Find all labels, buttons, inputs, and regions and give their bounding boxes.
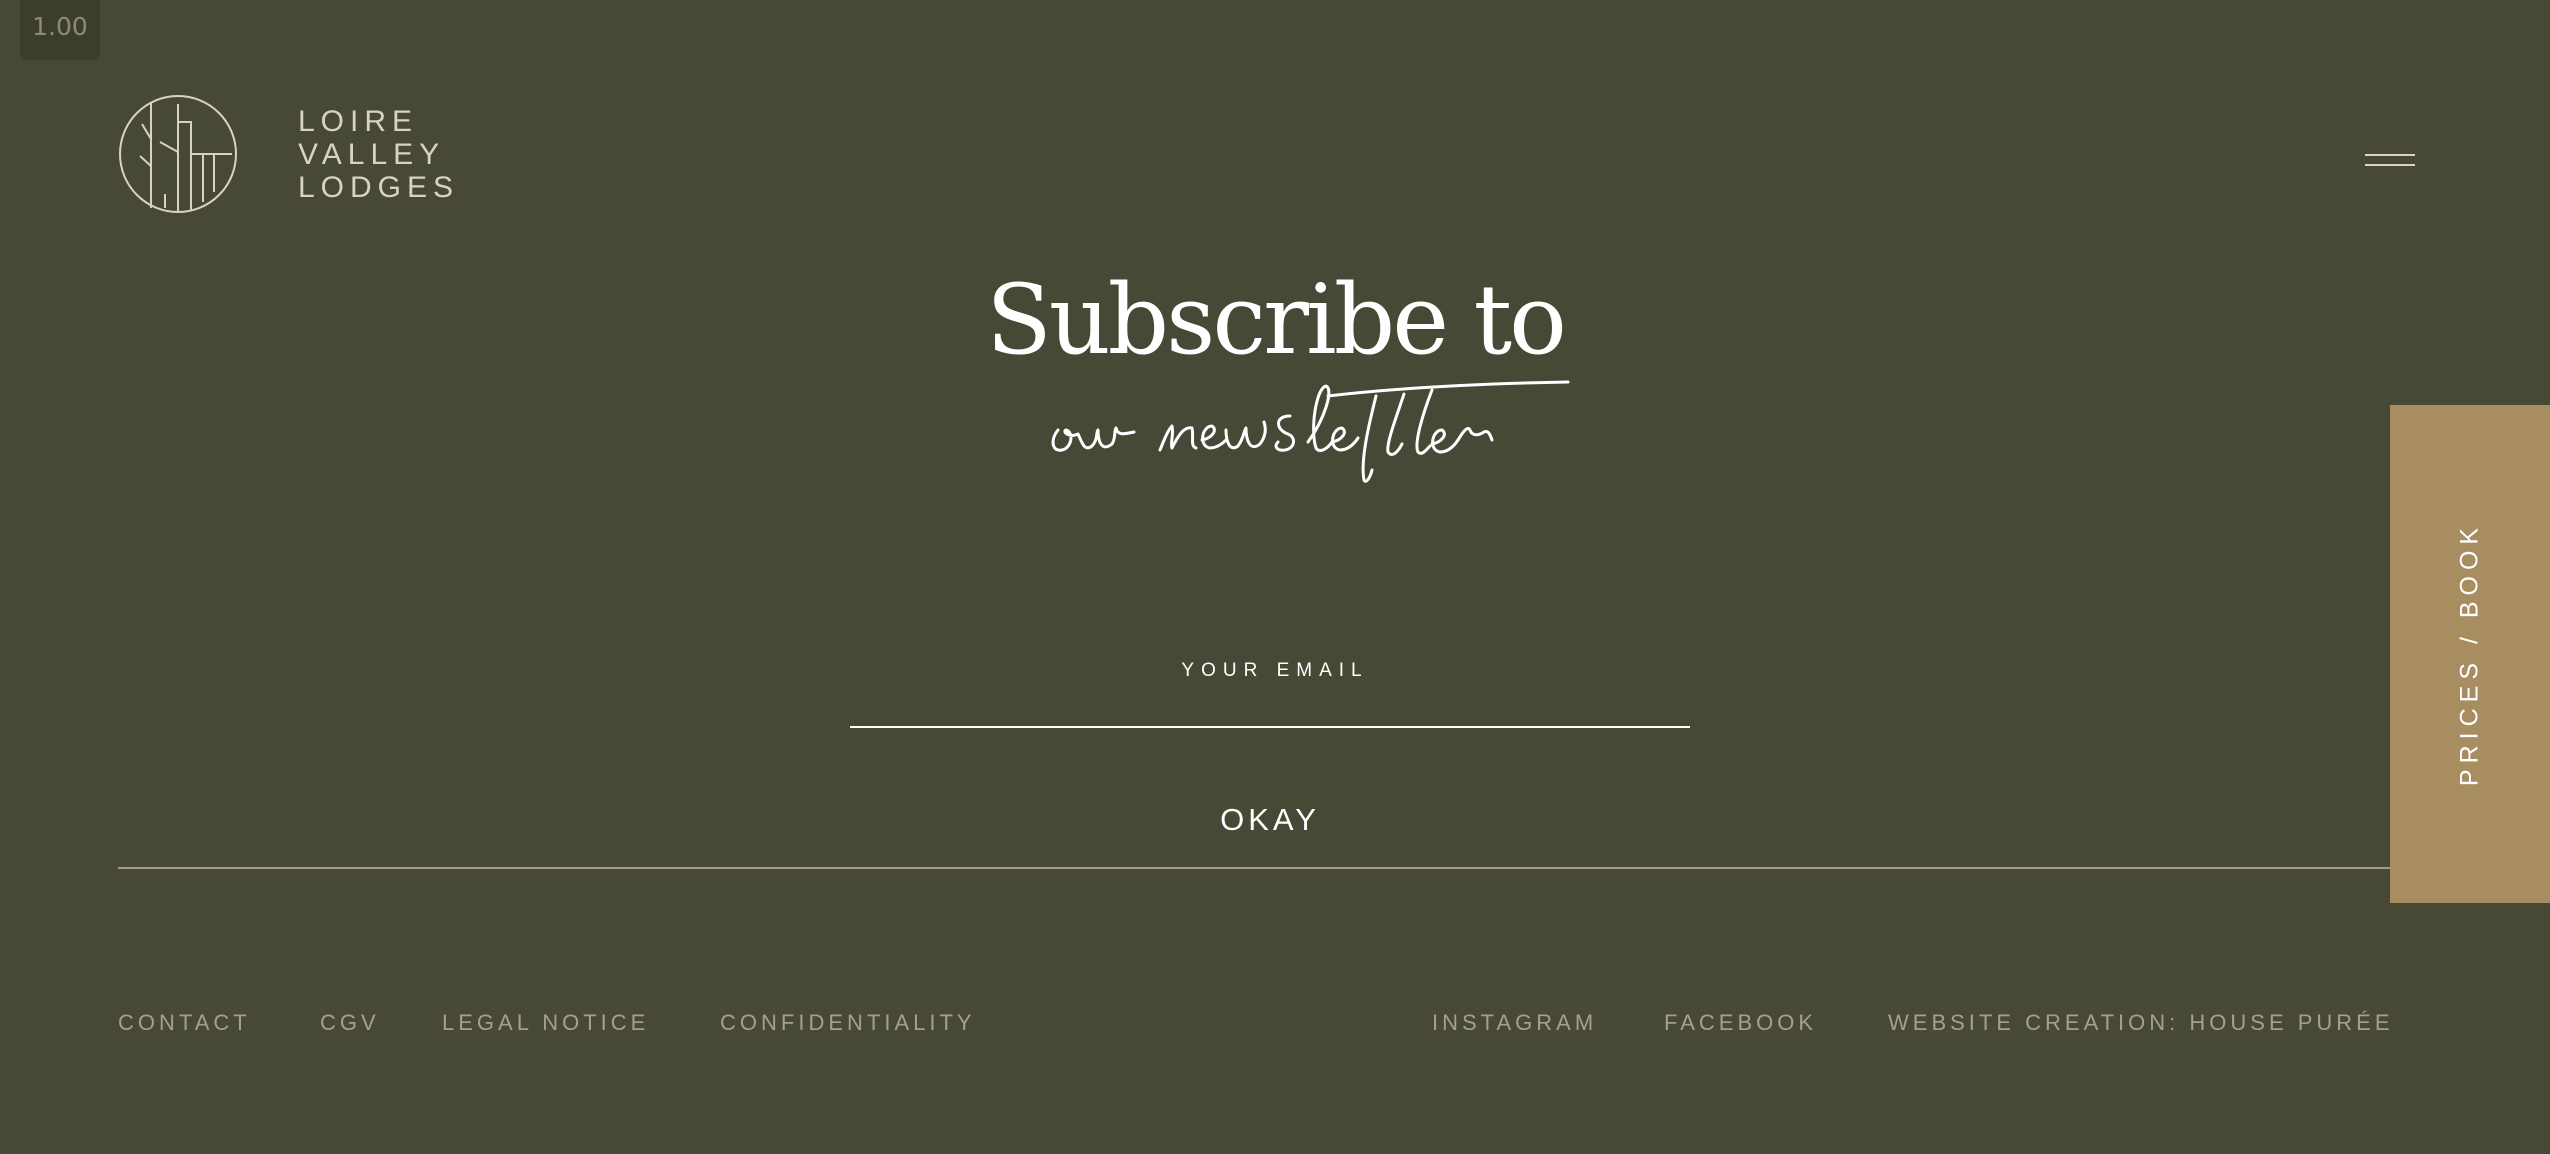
newsletter-script-subheading [1051, 380, 1570, 483]
email-field[interactable] [850, 690, 1690, 728]
prices-book-label: PRICES / BOOK [2455, 521, 2484, 787]
footer-link-confidentiality[interactable]: CONFIDENTIALITY [720, 1010, 976, 1036]
zoom-indicator: 1.00 [20, 0, 100, 60]
footer-link-legal-notice[interactable]: LEGAL NOTICE [442, 1010, 649, 1036]
footer-link-contact[interactable]: CONTACT [118, 1010, 251, 1036]
brand-line-2: VALLEY [298, 137, 446, 171]
brand-name: LOIRE VALLEY LODGES [298, 105, 459, 204]
footer-link-website-creation[interactable]: WEBSITE CREATION: HOUSE PURÉE [1888, 1010, 2394, 1036]
footer-link-instagram[interactable]: INSTAGRAM [1432, 1010, 1597, 1036]
newsletter-page: 1.00 LOIRE VALLEY LODGES Subscribe to YO… [0, 0, 2550, 1154]
prices-book-tab[interactable]: PRICES / BOOK [2390, 405, 2550, 903]
brand-line-3: LODGES [298, 170, 460, 204]
subscribe-okay-button[interactable]: OKAY [1170, 795, 1370, 845]
brand-line-1: LOIRE [298, 104, 419, 138]
footer-link-facebook[interactable]: FACEBOOK [1664, 1010, 1817, 1036]
hamburger-menu-icon[interactable] [2360, 150, 2420, 170]
footer-divider [118, 867, 2390, 869]
tree-circle-logo-icon [119, 95, 237, 213]
footer-link-cgv[interactable]: CGV [320, 1010, 380, 1036]
site-logo[interactable]: LOIRE VALLEY LODGES [118, 94, 459, 214]
email-field-label: YOUR EMAIL [1181, 660, 1369, 681]
newsletter-heading: Subscribe to [986, 264, 1567, 376]
